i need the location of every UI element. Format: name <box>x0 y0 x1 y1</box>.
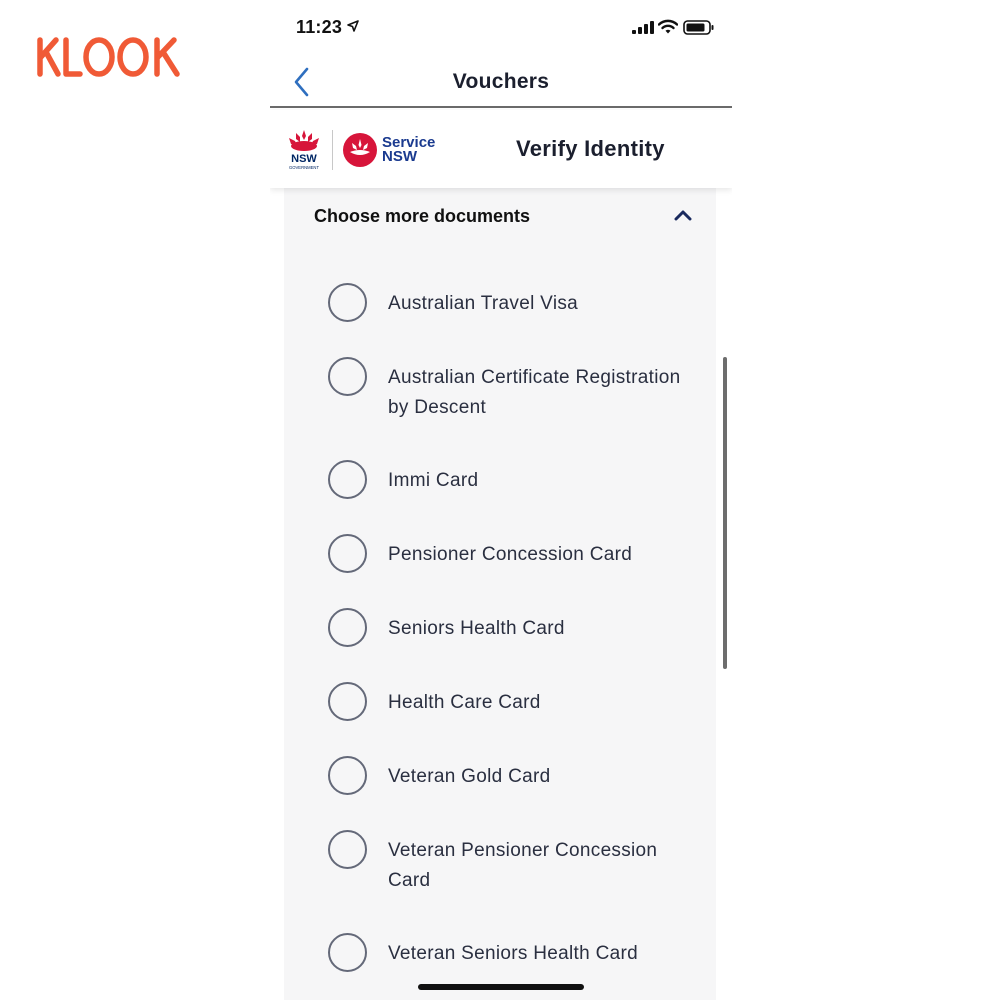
document-option-label: Immi Card <box>388 470 479 491</box>
document-option-label: Veteran Gold Card <box>388 766 551 787</box>
phone-screen: 11:23 Vouchers NSW GOVERNMENT Service NS… <box>270 0 732 1000</box>
choose-more-documents-heading: Choose more documents <box>314 206 531 226</box>
verify-identity-header: NSW GOVERNMENT Service NSW Verify Identi… <box>270 110 732 188</box>
battery-icon <box>683 20 714 35</box>
home-indicator[interactable] <box>418 984 584 990</box>
status-time: 11:23 <box>296 17 343 37</box>
service-nsw-logo-icon <box>343 133 377 167</box>
nsw-logo-text: NSW <box>291 153 317 165</box>
document-option-label: Veteran Seniors Health Card <box>388 943 638 964</box>
documents-panel: Choose more documents Australian Travel … <box>284 188 716 1000</box>
document-option-label: Pensioner Concession Card <box>388 544 633 565</box>
service-nsw-logo-text: Service NSW <box>382 134 436 165</box>
document-option-label: Veteran Pensioner Concession Card <box>388 840 658 891</box>
nav-title: Vouchers <box>452 70 550 93</box>
radio-button[interactable] <box>328 933 367 972</box>
nsw-logo-subtext: GOVERNMENT <box>289 165 319 170</box>
scrollbar[interactable] <box>723 357 727 669</box>
document-option-label: Australian Certificate Registration by D… <box>388 367 681 418</box>
document-option-label: Seniors Health Card <box>388 618 565 639</box>
document-option-label: Australian Travel Visa <box>388 293 579 314</box>
klook-logo <box>37 37 180 77</box>
nsw-government-logo: NSW GOVERNMENT <box>289 130 319 170</box>
radio-button[interactable] <box>328 608 367 647</box>
nav-bar: Vouchers <box>270 56 732 108</box>
radio-button[interactable] <box>328 756 367 795</box>
location-arrow-icon <box>347 20 359 32</box>
logo-divider <box>332 130 333 170</box>
radio-button[interactable] <box>328 830 367 869</box>
document-option-label: Health Care Card <box>388 692 541 713</box>
status-bar: 11:23 <box>270 0 732 56</box>
verify-identity-title: Verify Identity <box>516 136 665 161</box>
chevron-up-icon[interactable] <box>674 208 692 222</box>
radio-button[interactable] <box>328 460 367 499</box>
radio-button[interactable] <box>328 682 367 721</box>
cellular-signal-icon <box>632 21 654 34</box>
radio-button[interactable] <box>328 357 367 396</box>
wifi-icon <box>658 19 678 34</box>
radio-button[interactable] <box>328 534 367 573</box>
radio-button[interactable] <box>328 283 367 322</box>
